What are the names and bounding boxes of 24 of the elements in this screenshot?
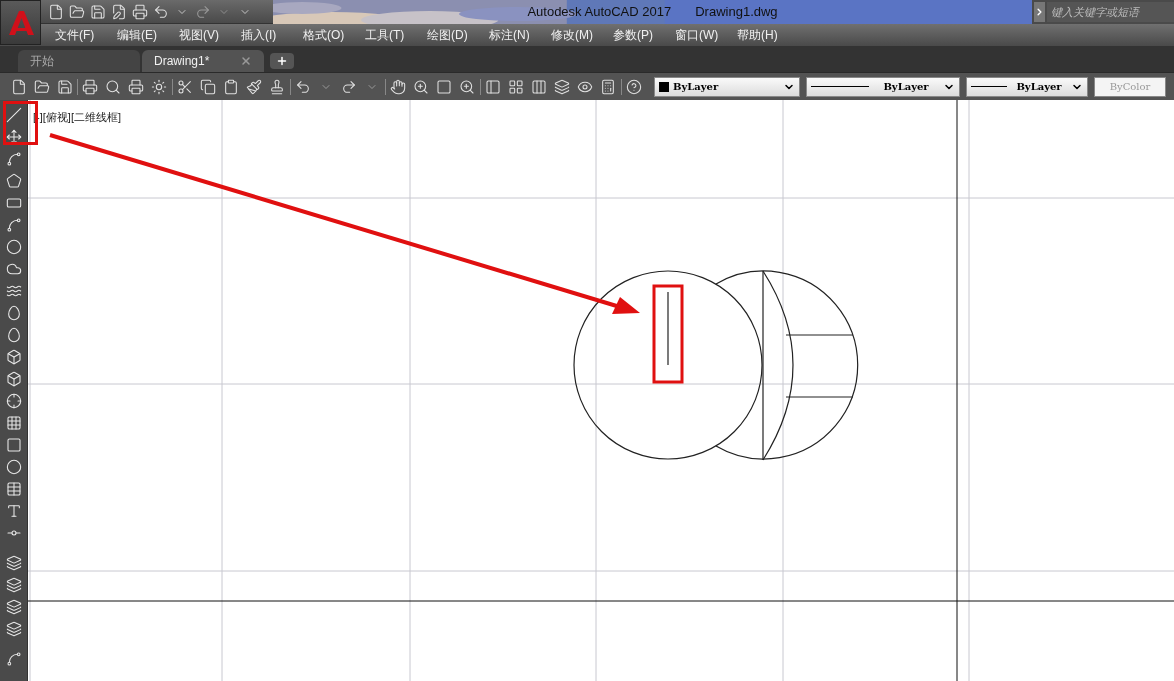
app-title: Autodesk AutoCAD 2017 xyxy=(527,3,672,22)
search-field[interactable]: 键入关键字或短语 xyxy=(1047,2,1174,22)
property-dropdown[interactable]: ByLayer xyxy=(806,76,961,97)
property-dropdown[interactable]: ByLayer xyxy=(654,76,801,97)
menu-item[interactable]: 工具(T) xyxy=(365,26,427,44)
menu-item[interactable]: 绘图(D) xyxy=(427,26,489,44)
menu-item[interactable]: 格式(O) xyxy=(303,26,365,44)
document-tab[interactable]: 开始 xyxy=(18,50,140,72)
menu-item[interactable]: 编辑(E) xyxy=(117,26,179,44)
menu-item[interactable]: 修改(M) xyxy=(551,26,613,44)
document-tab[interactable]: Drawing1* xyxy=(142,50,264,72)
menu-item[interactable]: 文件(F) xyxy=(55,26,117,44)
menu-item[interactable]: 窗口(W) xyxy=(675,26,737,44)
property-value: ByLayer xyxy=(673,80,719,94)
property-value: ByLayer xyxy=(882,80,930,94)
menu-item[interactable]: 标注(N) xyxy=(489,26,551,44)
file-title: Drawing1.dwg xyxy=(695,3,778,22)
menu-item[interactable]: 插入(I) xyxy=(241,26,303,44)
property-value: ByLayer xyxy=(1015,80,1063,94)
menu-item[interactable]: 帮助(H) xyxy=(737,26,799,44)
property-value: ByColor xyxy=(1108,80,1152,94)
menu-item[interactable]: 视图(V) xyxy=(179,26,241,44)
menu-item[interactable]: 参数(P) xyxy=(613,26,675,44)
property-dropdown[interactable]: ByLayer xyxy=(966,76,1089,97)
